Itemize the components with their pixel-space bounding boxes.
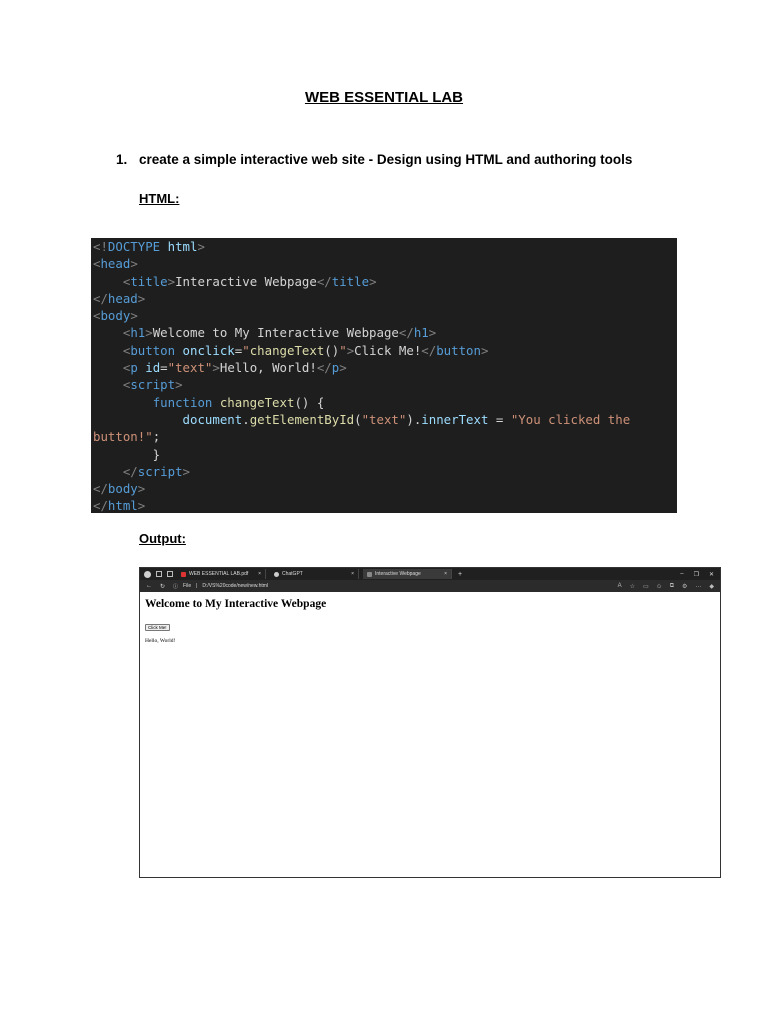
tab-pdf[interactable]: WEB ESSENTIAL LAB.pdf × [177,569,266,579]
address-bar: ← ↻ ⓘ File | D:/VS%20code/new/new.html A… [140,580,720,592]
collections-icon[interactable]: ⧉ [670,583,674,590]
tab-interactive-webpage[interactable]: Interactive Webpage × [363,569,452,579]
code-line: <head> [93,256,138,272]
code-line: } [93,446,161,462]
back-icon[interactable]: ← [146,583,152,590]
page-heading: Welcome to My Interactive Webpage [145,598,327,610]
profile-icon [144,570,151,578]
close-icon[interactable]: × [258,571,261,577]
url-scheme: File [183,583,192,589]
rendered-page: Welcome to My Interactive Webpage Click … [140,592,720,650]
copilot-icon[interactable]: ◆ [709,583,714,590]
hello-text: Hello, World! [145,638,176,644]
click-me-button[interactable]: Click Me! [145,624,170,631]
code-line: <!DOCTYPE html> [93,239,205,254]
close-icon[interactable]: × [444,571,447,577]
code-line: </html> [93,498,146,513]
pdf-icon [181,571,186,577]
list-item-1: 1. create a simple interactive web site -… [116,152,632,167]
url-separator: | [196,583,198,589]
code-line: </head> [93,290,146,306]
minimize-icon[interactable]: – [680,571,683,578]
chatgpt-icon [274,571,279,577]
split-screen-icon[interactable]: ▭ [643,583,649,590]
extensions-icon[interactable]: ⚙ [682,583,687,590]
info-icon: ⓘ [173,583,179,590]
code-line: button!"; [93,429,161,445]
window-controls: – ❐ ✕ [680,571,714,578]
new-tab-button[interactable]: + [458,571,462,578]
list-number: 1. [116,152,128,167]
url-field[interactable]: ⓘ File | D:/VS%20code/new/new.html [173,583,268,590]
html-section-label: HTML: [139,191,180,206]
code-line: </script> [122,463,190,479]
output-screenshot: WEB ESSENTIAL LAB.pdf × ChatGPT × Intera… [139,567,721,878]
code-line: <p id="text">Hello, World!</p> [122,360,347,376]
restore-icon[interactable]: ❐ [694,571,699,578]
output-section-label: Output: [139,531,186,546]
more-icon[interactable]: … [695,583,701,590]
code-line: <button onclick="changeText()">Click Me!… [122,342,489,358]
document-icon [367,571,372,577]
code-line: <h1>Welcome to My Interactive Webpage</h… [122,325,437,341]
code-block: <!DOCTYPE html> <head> <title>Interactive… [91,238,677,513]
code-line: document.getElementById("text").innerTex… [182,411,631,427]
browser-tab-bar: WEB ESSENTIAL LAB.pdf × ChatGPT × Intera… [140,568,720,580]
code-line: function changeText() { [152,394,325,410]
tab-actions-icon [167,571,173,577]
refresh-icon[interactable]: ↻ [160,583,165,590]
workspaces-icon [156,571,162,577]
read-aloud-icon[interactable]: A [618,583,622,590]
favorites-icon[interactable]: ✩ [657,583,662,590]
code-line: <title>Interactive Webpage</title> [122,273,377,289]
close-icon[interactable]: × [351,571,354,577]
list-item-text: create a simple interactive web site - D… [139,152,633,167]
tab-label: WEB ESSENTIAL LAB.pdf [189,571,249,577]
close-window-icon[interactable]: ✕ [709,571,714,578]
url-text: D:/VS%20code/new/new.html [202,583,269,589]
tab-label: ChatGPT [282,571,303,577]
code-line: <script> [122,377,183,393]
tab-chatgpt[interactable]: ChatGPT × [270,569,359,579]
code-line: </body> [93,481,146,497]
document-title: WEB ESSENTIAL LAB [304,89,464,106]
tab-label: Interactive Webpage [375,571,421,577]
code-line: <body> [93,308,138,324]
favorite-star-icon[interactable]: ☆ [630,583,635,590]
